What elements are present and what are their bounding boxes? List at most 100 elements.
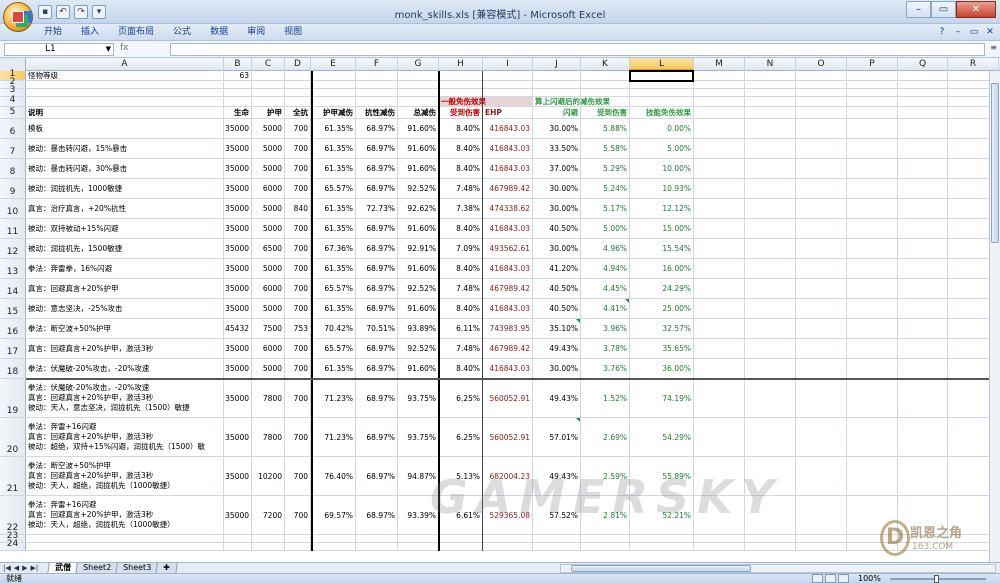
cell-l[interactable]: 35.65% [630,339,694,358]
cell-f[interactable] [356,543,398,550]
column-header[interactable]: I [483,58,533,71]
cell-j[interactable]: 30.00% [533,359,581,378]
row-header[interactable]: 11 [0,219,26,238]
cell-a[interactable]: 被动：意志坚决，-25%攻击 [26,299,224,318]
cell-d[interactable]: 700 [285,379,311,417]
cell-h[interactable]: 7.38% [439,199,483,218]
cell-h[interactable] [439,81,483,88]
cell-a[interactable]: 拳法：奔雷+16闪避 真言：回避真言+20%护甲，激活3秒 被动：天人，超绝，润… [26,496,224,534]
cell-h[interactable]: 8.40% [439,259,483,278]
cell-n[interactable] [745,359,796,378]
cell-i[interactable]: 416843.03 [483,299,533,318]
cell-b[interactable] [224,81,252,88]
cell-m[interactable] [694,379,745,417]
cell-c[interactable] [252,89,285,96]
column-header[interactable]: B [224,58,252,71]
cell-i[interactable]: EHP [483,107,533,118]
cell-k[interactable]: 2.69% [581,418,630,456]
cell-e[interactable]: 护甲减伤 [311,107,356,118]
ribbon-tab[interactable]: 开始 [44,26,62,38]
cell-f[interactable]: 68.97% [356,259,398,278]
cell-j[interactable]: 30.00% [533,239,581,258]
cell-o[interactable] [796,379,847,417]
cell-m[interactable] [694,457,745,495]
cell-i[interactable] [483,543,533,550]
column-header[interactable]: E [311,58,356,71]
cell-q[interactable] [898,199,948,218]
cell-q[interactable] [898,89,948,96]
cell-b[interactable] [224,97,252,106]
zoom-level[interactable]: 100% [858,574,881,583]
cell-a[interactable]: 被动：双持被动+15%闪避 [26,219,224,238]
cell-k[interactable]: 5.29% [581,159,630,178]
name-box[interactable]: L1 ▼ [4,43,114,56]
cell-c[interactable] [252,71,285,80]
cell-b[interactable] [224,535,252,542]
cell-n[interactable] [745,119,796,138]
cell-d[interactable]: 700 [285,179,311,198]
cell-n[interactable] [745,496,796,534]
cell-a[interactable] [26,89,224,96]
formula-input[interactable] [170,43,985,56]
worksheet-grid[interactable]: ABCDEFGHIJKLMNOPQR 1 怪物等级 63 2 3 4 一般免伤效果 算上闪避后… [0,58,1000,562]
cell-o[interactable] [796,543,847,550]
cell-g[interactable]: 91.60% [398,299,439,318]
cell-d[interactable]: 753 [285,319,311,338]
column-header[interactable]: C [252,58,285,71]
cell-e[interactable]: 61.35% [311,139,356,158]
cell-k[interactable]: 3.78% [581,339,630,358]
cell-i[interactable]: 493562.61 [483,239,533,258]
cell-c[interactable]: 7200 [252,496,285,534]
cell-g[interactable]: 91.60% [398,219,439,238]
cell-g[interactable]: 93.75% [398,418,439,456]
cell-n[interactable] [745,139,796,158]
cell-d[interactable]: 700 [285,219,311,238]
cell-p[interactable] [847,299,898,318]
horizontal-scrollbar[interactable] [560,564,996,573]
cell-j[interactable]: 40.50% [533,219,581,238]
row-header[interactable]: 13 [0,259,26,278]
cell-i[interactable]: 416843.03 [483,219,533,238]
cell-c[interactable]: 6000 [252,339,285,358]
cell-k[interactable]: 5.24% [581,179,630,198]
cell-i[interactable]: 416843.03 [483,159,533,178]
header-general-reduction[interactable]: 一般免伤效果 [439,97,533,106]
cell-l[interactable]: 16.00% [630,259,694,278]
cell-h[interactable]: 7.48% [439,279,483,298]
cell-i[interactable]: 743983.95 [483,319,533,338]
cell-d[interactable]: 全抗 [285,107,311,118]
cell-a[interactable]: 被动：暴击转闪避，15%暴击 [26,139,224,158]
cell-c[interactable]: 6000 [252,279,285,298]
cell-l[interactable] [630,89,694,96]
cell-g[interactable]: 91.60% [398,139,439,158]
cell-m[interactable] [694,107,745,118]
cell-c[interactable]: 5000 [252,199,285,218]
cell-b[interactable]: 35000 [224,159,252,178]
cell-b[interactable]: 35000 [224,299,252,318]
cell-k[interactable]: 4.96% [581,239,630,258]
cell-e[interactable] [311,81,356,88]
cell-c[interactable]: 7800 [252,379,285,417]
cell-p[interactable] [847,97,898,106]
cell-j[interactable] [533,81,581,88]
cell-l[interactable]: 52.21% [630,496,694,534]
office-button[interactable] [3,2,33,32]
cell-n[interactable] [745,159,796,178]
cell-j[interactable] [533,535,581,542]
cell-n[interactable] [745,89,796,96]
cell-f[interactable]: 68.97% [356,496,398,534]
cell-q[interactable] [898,279,948,298]
cell-f[interactable]: 68.97% [356,299,398,318]
cell-q[interactable] [898,543,948,550]
cell-a[interactable] [26,97,224,106]
cell-d[interactable]: 700 [285,457,311,495]
cell-b[interactable]: 35000 [224,339,252,358]
cell-a[interactable]: 真言：回避真言+20%护甲，激活3秒 [26,339,224,358]
cell-q[interactable] [898,319,948,338]
cell-m[interactable] [694,159,745,178]
ribbon-restore-icon[interactable]: ▭ [968,26,980,38]
cell-k[interactable]: 5.58% [581,139,630,158]
cell-k[interactable]: 2.59% [581,457,630,495]
cell-m[interactable] [694,71,745,80]
cell-i[interactable]: 416843.03 [483,119,533,138]
